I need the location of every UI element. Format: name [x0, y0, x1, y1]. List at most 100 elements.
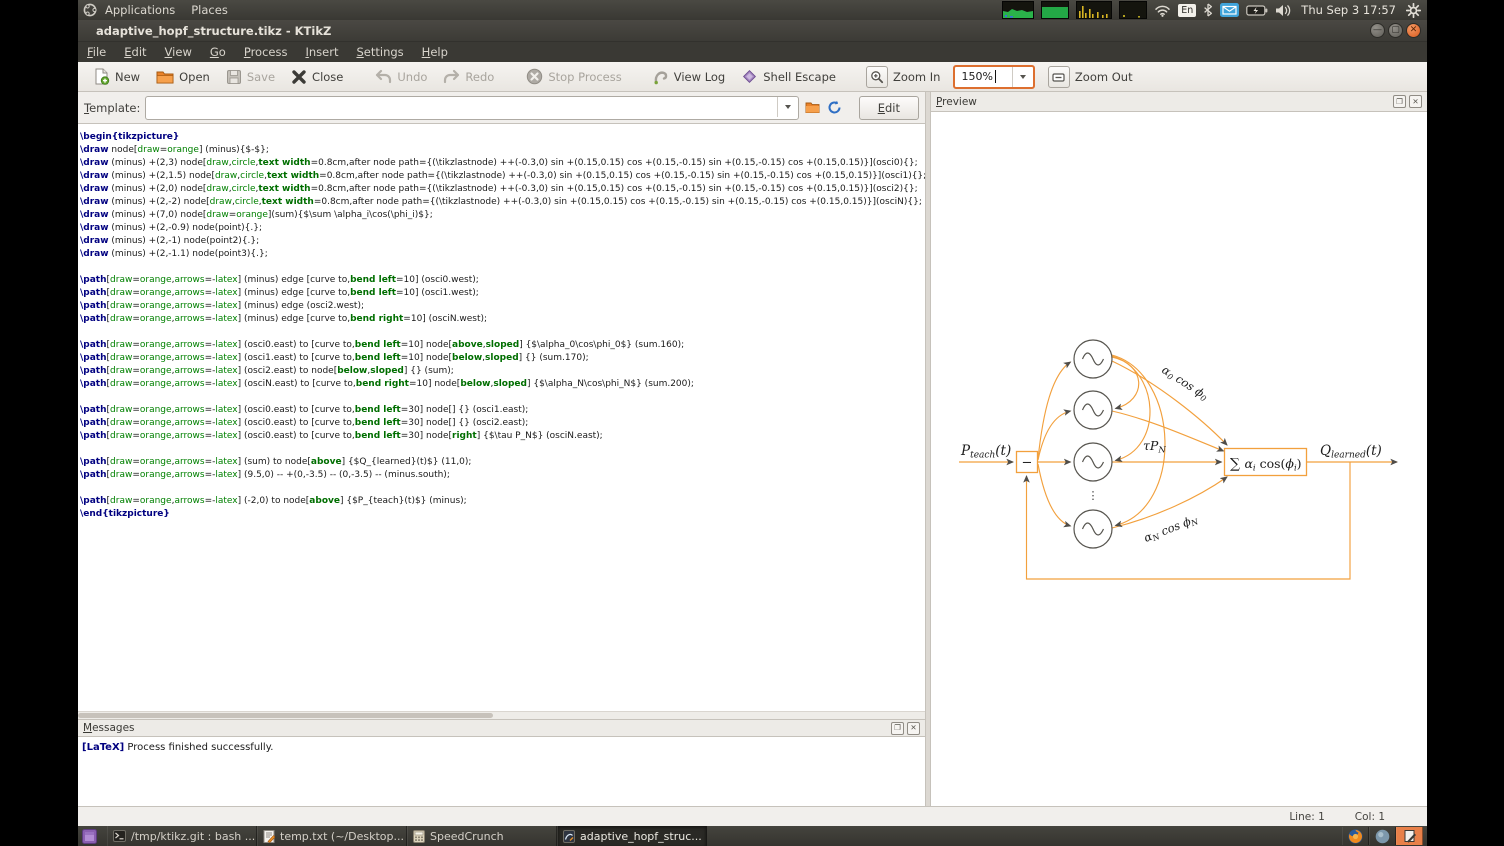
pen-document-icon [1403, 829, 1417, 843]
menu-insert[interactable]: Insert [296, 45, 347, 59]
preview-canvas: − ⋮ ∑ αi cos(ϕi) [931, 112, 1427, 806]
taskbar-item-text-editor[interactable]: temp.txt (~/Desktop... [257, 826, 407, 846]
template-bar: Template: Edit [78, 92, 925, 124]
menu-process[interactable]: Process [235, 45, 297, 59]
detach-pane-icon[interactable]: ❐ [891, 722, 904, 735]
window-titlebar[interactable]: adaptive_hopf_structure.tikz - KTikZ — ▢… [78, 20, 1427, 42]
code-line: \path[draw=orange,arrows=-latex] (minus)… [80, 300, 925, 313]
zoom-out-label: Zoom Out [1075, 70, 1133, 84]
shell-escape-button[interactable]: Shell Escape [734, 65, 843, 88]
code-line: \path[draw=orange,arrows=-latex] (osciN.… [80, 378, 925, 391]
redo-arrow-icon [443, 69, 460, 84]
undo-button[interactable]: Undo [368, 66, 434, 87]
places-menu[interactable]: Places [183, 3, 236, 17]
stop-process-icon [526, 68, 543, 85]
new-button[interactable]: New [86, 65, 147, 88]
top-panel: Applications Places [78, 0, 1427, 20]
code-area[interactable]: \begin{tikzpicture}\draw node[draw=orang… [78, 124, 925, 521]
app-tray-button[interactable] [1369, 827, 1396, 845]
volume-icon[interactable] [1275, 4, 1291, 17]
firefox-icon [1348, 829, 1363, 844]
mail-indicator-icon[interactable] [1220, 3, 1239, 17]
battery-icon[interactable] [1246, 5, 1268, 16]
code-line: \draw (minus) +(2,-1.1) node(point3){.}; [80, 248, 925, 261]
menu-settings[interactable]: Settings [347, 45, 412, 59]
code-line: \path[draw=orange,arrows=-latex] (osci1.… [80, 352, 925, 365]
minimize-button[interactable]: — [1370, 23, 1385, 38]
wifi-icon[interactable] [1154, 4, 1171, 17]
close-window-button[interactable]: ✕ [1406, 23, 1421, 38]
code-line: \path[draw=orange,arrows=-latex] (minus)… [80, 313, 925, 326]
save-button[interactable]: Save [219, 66, 282, 88]
memory-monitor-applet[interactable] [1041, 1, 1069, 19]
scrollbar-thumb[interactable] [78, 713, 493, 718]
code-line: \path[draw=orange,arrows=-latex] (osci0.… [80, 339, 925, 352]
code-line [80, 391, 925, 404]
zoom-level-value[interactable]: 150% [955, 70, 994, 83]
attention-tray-button[interactable] [1396, 827, 1423, 845]
template-combobox[interactable] [145, 96, 798, 120]
session-gear-icon[interactable] [1406, 3, 1421, 18]
maximize-button[interactable]: ▢ [1388, 23, 1403, 38]
stop-process-label: Stop Process [548, 70, 621, 84]
workspace-applet-icon[interactable] [82, 829, 97, 844]
code-line: \draw (minus) +(2,-0.9) node(point){.}; [80, 222, 925, 235]
firefox-tray-button[interactable] [1342, 827, 1369, 845]
menu-file[interactable]: File [78, 45, 115, 59]
code-editor[interactable]: \begin{tikzpicture}\draw node[draw=orang… [78, 124, 925, 719]
close-button-label: Close [312, 70, 343, 84]
taskbar-item-label: /tmp/ktikz.git : bash ... [131, 830, 255, 843]
keyboard-layout-indicator[interactable]: En [1178, 4, 1196, 17]
zoom-in-icon [866, 66, 888, 88]
menu-help[interactable]: Help [413, 45, 457, 59]
preview-title: Preview [936, 96, 977, 108]
zoom-out-button[interactable]: Zoom Out [1041, 63, 1140, 91]
menu-edit[interactable]: Edit [115, 45, 155, 59]
code-line: \draw (minus) +(7,0) node[draw=orange](s… [80, 209, 925, 222]
code-line: \path[draw=orange,arrows=-latex] (-2,0) … [80, 495, 925, 508]
minus-sign: − [1022, 456, 1033, 471]
menu-view[interactable]: View [156, 45, 201, 59]
code-line: \draw (minus) +(2,0) node[draw,circle,te… [80, 183, 925, 196]
view-log-button[interactable]: View Log [645, 66, 733, 88]
bluetooth-icon[interactable] [1203, 3, 1213, 17]
template-label: Template: [84, 101, 140, 115]
stop-process-button[interactable]: Stop Process [519, 65, 628, 88]
oscillator-nodes [1074, 340, 1112, 548]
open-button[interactable]: Open [149, 66, 217, 88]
redo-button[interactable]: Redo [436, 66, 501, 87]
undo-arrow-icon [375, 69, 392, 84]
detach-pane-icon[interactable]: ❐ [1393, 95, 1406, 108]
network-monitor-applet[interactable] [1076, 1, 1112, 19]
code-line: \draw (minus) +(2,-1) node(point2){.}; [80, 235, 925, 248]
tikz-diagram: − ⋮ ∑ αi cos(ϕi) [931, 112, 1427, 806]
taskbar-item-label: temp.txt (~/Desktop... [280, 830, 404, 843]
taskbar-item-ktikz[interactable]: adaptive_hopf_struc... [557, 826, 707, 846]
code-line: \path[draw=orange,arrows=-latex] (osci0.… [80, 404, 925, 417]
zoom-out-icon [1048, 66, 1070, 88]
template-open-file-button[interactable] [804, 98, 821, 117]
applications-menu[interactable]: Applications [97, 3, 183, 17]
template-reload-button[interactable] [826, 98, 843, 117]
cpu-monitor-applet[interactable] [1002, 1, 1034, 19]
desktop: Applications Places [0, 0, 1504, 846]
zoom-level-combobox[interactable]: 150% [953, 65, 1034, 89]
close-file-button[interactable]: Close [284, 66, 350, 88]
menu-go[interactable]: Go [201, 45, 235, 59]
swap-monitor-applet[interactable] [1119, 1, 1147, 19]
zoom-in-button[interactable]: Zoom In [859, 63, 948, 91]
clock[interactable]: Thu Sep 3 17:57 [1298, 3, 1399, 17]
taskbar-item-speedcrunch[interactable]: SpeedCrunch [407, 826, 557, 846]
zoom-dropdown-button[interactable] [1012, 67, 1033, 87]
template-edit-button[interactable]: Edit [859, 96, 919, 120]
close-pane-icon[interactable]: ✕ [907, 722, 920, 735]
close-pane-icon[interactable]: ✕ [1409, 95, 1422, 108]
redo-button-label: Redo [465, 70, 494, 84]
shell-escape-label: Shell Escape [763, 70, 836, 84]
taskbar-item-terminal[interactable]: /tmp/ktikz.git : bash ... [107, 826, 257, 846]
template-dropdown-button[interactable] [777, 97, 798, 117]
editor-horizontal-scrollbar[interactable] [78, 711, 925, 719]
code-line: \path[draw=orange,arrows=-latex] (osci0.… [80, 430, 925, 443]
preview-pane-header: Preview ❐ ✕ [931, 92, 1427, 112]
new-button-label: New [115, 70, 140, 84]
